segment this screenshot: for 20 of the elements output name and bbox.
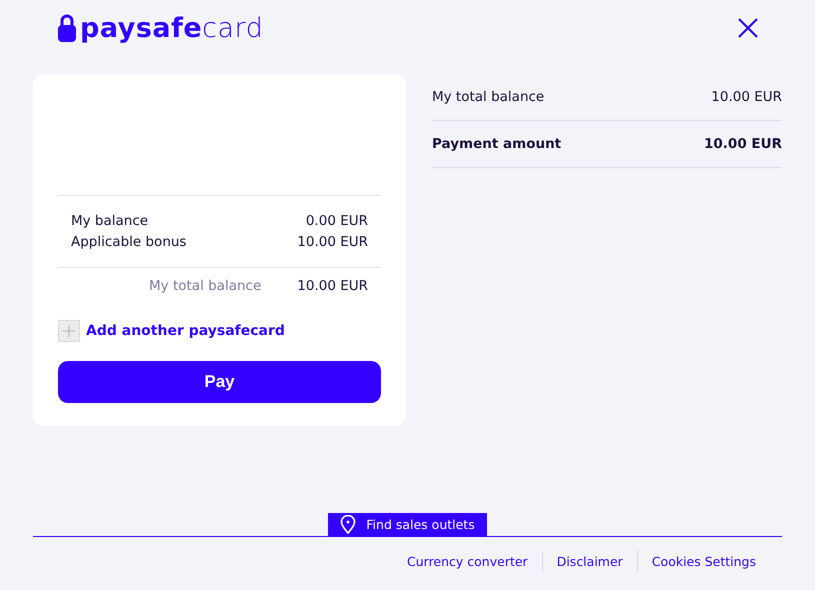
- padlock-icon: [58, 14, 76, 42]
- footer-link[interactable]: Cookies Settings: [636, 551, 770, 572]
- pay-button[interactable]: Pay: [58, 361, 381, 403]
- summary-label: Payment amount: [432, 136, 562, 152]
- summary-value: 10.00 EUR: [711, 89, 782, 105]
- logo-wordmark: paysafecard: [80, 15, 264, 42]
- total-value: 10.00 EUR: [297, 277, 368, 296]
- close-icon[interactable]: [738, 18, 758, 38]
- row-value: 10.00 EUR: [297, 233, 368, 252]
- row-value: 0.00 EUR: [306, 212, 368, 231]
- footer-link[interactable]: Currency converter: [393, 551, 542, 572]
- location-pin-icon: [340, 515, 356, 534]
- row-label: My balance: [71, 212, 148, 231]
- summary-value: 10.00 EUR: [704, 136, 782, 152]
- footer-link[interactable]: Disclaimer: [542, 551, 637, 572]
- add-card-link[interactable]: Add another paysafecard: [86, 323, 285, 339]
- find-outlets-button[interactable]: Find sales outlets: [328, 513, 487, 536]
- row-label: Applicable bonus: [71, 233, 186, 252]
- summary-label: My total balance: [432, 89, 544, 105]
- total-label: My total balance: [149, 277, 262, 296]
